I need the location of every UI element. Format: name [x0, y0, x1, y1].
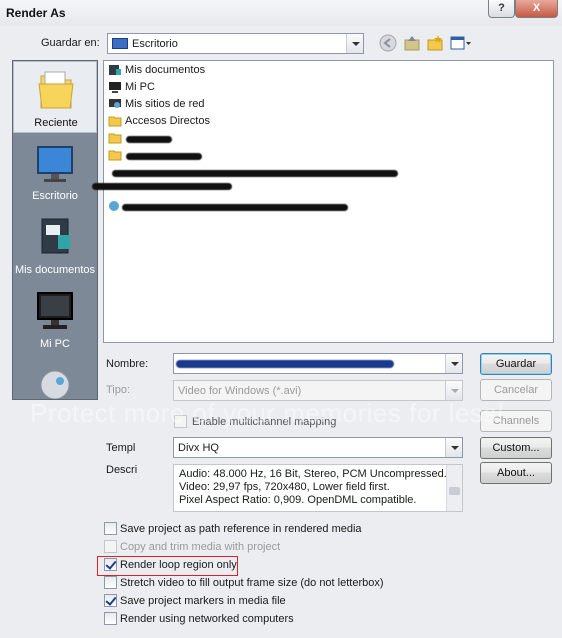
scrollbar-thumb[interactable]: [449, 487, 460, 495]
chevron-down-icon: [346, 34, 363, 53]
redacted-name: [126, 136, 172, 143]
documents-icon: [109, 65, 121, 75]
description-scrollbar[interactable]: [446, 465, 462, 511]
option-label: Save project as path reference in render…: [120, 523, 362, 535]
option-label: Render using networked computers: [120, 613, 294, 625]
list-item[interactable]: [92, 179, 548, 195]
chevron-down-icon: [445, 381, 462, 400]
desktop-icon: [37, 146, 73, 182]
multichannel-checkbox[interactable]: [174, 415, 187, 428]
filename-input[interactable]: [173, 353, 463, 374]
template-select[interactable]: Divx HQ: [173, 437, 463, 458]
place-reciente[interactable]: Reciente: [13, 61, 97, 133]
redacted-name: [126, 153, 202, 160]
location-label: Guardar en:: [41, 37, 100, 49]
folder-icon: [108, 150, 122, 161]
redacted-filename: [176, 360, 394, 368]
chevron-down-icon: [445, 438, 462, 457]
filetype-select[interactable]: Video for Windows (*.avi): [173, 380, 463, 401]
file-list[interactable]: Mis documentos Mi PC Mis sitios de red A…: [92, 60, 554, 343]
place-label: Escritorio: [32, 190, 78, 202]
help-button[interactable]: ?: [488, 0, 515, 18]
chevron-down-icon: [445, 354, 462, 373]
multichannel-label: Enable multichannel mapping: [192, 416, 337, 428]
filetype-label: Tipo:: [106, 384, 131, 396]
option-checkbox[interactable]: [104, 522, 117, 535]
list-item[interactable]: [108, 199, 548, 215]
documents-icon: [41, 218, 70, 254]
option-checkbox[interactable]: [104, 594, 117, 607]
redacted-name: [112, 170, 398, 177]
window-title: Render As: [6, 6, 66, 20]
redacted-name: [92, 183, 232, 190]
place-network[interactable]: [13, 357, 97, 399]
view-menu-icon[interactable]: [450, 34, 472, 52]
cancel-button[interactable]: Cancelar: [480, 379, 552, 401]
places-bar: Reciente Escritorio Mis documentos Mi PC: [12, 60, 98, 400]
channels-button[interactable]: Channels: [480, 410, 552, 432]
filename-label: Nombre:: [106, 358, 149, 370]
place-mis-documentos[interactable]: Mis documentos: [13, 209, 97, 281]
network-icon: [40, 370, 70, 399]
location-select[interactable]: Escritorio: [107, 33, 364, 54]
description-line: Video: 29,97 fps, 720x480, Lower field f…: [179, 481, 390, 493]
place-label: Mi PC: [40, 338, 70, 350]
option-checkbox[interactable]: [104, 612, 117, 625]
shortcut-icon: [109, 201, 119, 211]
highlight-annotation: [97, 556, 238, 576]
option-label: Stretch video to fill output frame size …: [120, 577, 384, 589]
place-label: Reciente: [34, 117, 78, 129]
location-value: Escritorio: [132, 38, 178, 50]
filetype-value: Video for Windows (*.avi): [178, 385, 302, 397]
redacted-name: [122, 204, 348, 211]
place-escritorio[interactable]: Escritorio: [13, 135, 97, 207]
description-line: Pixel Aspect Ratio: 0,909. OpenDML compa…: [179, 494, 417, 506]
network-icon: [109, 99, 121, 108]
option-checkbox[interactable]: [104, 540, 117, 553]
folder-icon: [108, 133, 122, 144]
save-button[interactable]: Guardar: [480, 353, 552, 375]
template-label: Templ: [106, 442, 136, 454]
recent-folder-icon: [38, 71, 74, 109]
up-folder-icon[interactable]: [403, 34, 421, 52]
description-box[interactable]: Audio: 48.000 Hz, 16 Bit, Stereo, PCM Un…: [173, 464, 463, 512]
place-mi-pc[interactable]: Mi PC: [13, 283, 97, 355]
option-label: Save project markers in media file: [120, 595, 286, 607]
template-value: Divx HQ: [178, 442, 219, 454]
computer-icon: [109, 82, 121, 93]
computer-icon: [37, 292, 73, 329]
desktop-icon: [112, 38, 128, 49]
folder-icon: [108, 116, 122, 127]
close-button[interactable]: X: [515, 0, 558, 18]
back-icon[interactable]: [379, 34, 397, 52]
description-label: Descri: [106, 464, 138, 476]
option-checkbox[interactable]: [104, 576, 117, 589]
option-label: Copy and trim media with project: [120, 541, 281, 553]
custom-button[interactable]: Custom...: [480, 437, 552, 459]
new-folder-icon[interactable]: [426, 34, 444, 52]
place-label: Mis documentos: [14, 264, 96, 276]
description-line: Audio: 48.000 Hz, 16 Bit, Stereo, PCM Un…: [179, 468, 447, 480]
title-bar: Render As ? X: [0, 0, 562, 26]
about-button[interactable]: About...: [480, 462, 552, 484]
